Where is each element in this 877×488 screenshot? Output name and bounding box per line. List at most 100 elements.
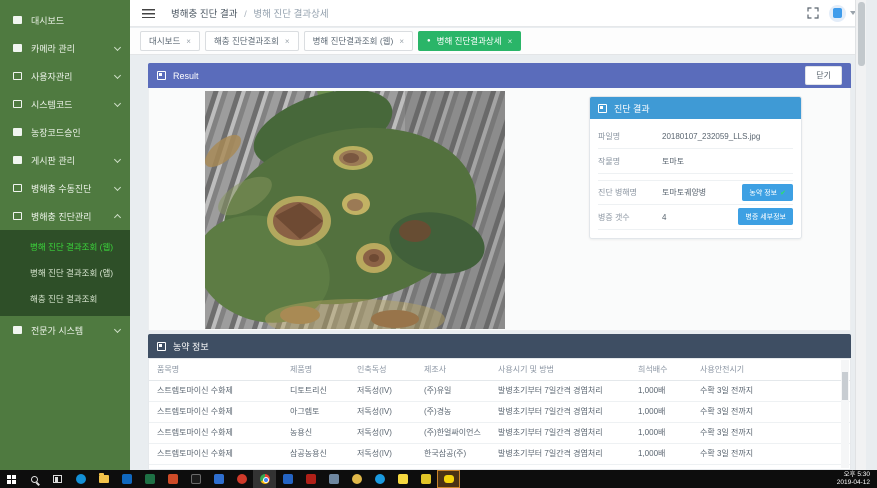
table-row[interactable]: 스트렙토마이신 수화제농용신저독성(IV)(주)한얼싸이언스발병초기부터 7일간…: [149, 422, 850, 443]
tab-dashboard[interactable]: 대시보드 ×: [140, 31, 200, 51]
diagnosis-result-card: 진단 결과 파일명 20180107_232059_LLS.jpg 작물명 토마…: [589, 96, 802, 239]
taskbar-cmd[interactable]: [184, 470, 207, 488]
tab-close-icon[interactable]: ×: [186, 37, 191, 46]
result-panel-title: Result: [173, 71, 199, 81]
remote-desktop-icon: [329, 474, 339, 484]
panel-icon: [157, 71, 166, 80]
sidebar-item-users[interactable]: 사용자관리: [0, 62, 130, 90]
taskbar-search[interactable]: [23, 470, 46, 488]
camera-icon: [13, 44, 22, 52]
diagnosis-row-crop: 작물명 토마토: [598, 149, 793, 174]
table-row[interactable]: 스트렙토마이신 수화제삼공농용신저독성(IV)한국삼공(주)발병초기부터 7일간…: [149, 443, 850, 464]
taskbar-excel[interactable]: [138, 470, 161, 488]
cmd-icon: [191, 474, 201, 484]
tab-close-icon[interactable]: ×: [285, 37, 290, 46]
table-row[interactable]: 스트렙토마이신 수화제디토트리신저독성(IV)(주)유일발병초기부터 7일간격 …: [149, 380, 850, 401]
table-header-row: 품목명 제품명 인축독성 제조사 사용시기 및 방법 희석배수 사용안전시기: [149, 359, 850, 380]
table-scrollbar[interactable]: [841, 360, 849, 468]
app-screen: 대시보드 카메라 관리 사용자관리 시스템코드 농장코드승인 게시판 관리: [0, 0, 877, 488]
col-manufacturer: 제조사: [416, 359, 490, 380]
sidebar-item-dashboard[interactable]: 대시보드: [0, 6, 130, 34]
tab-label: 대시보드: [149, 35, 180, 47]
sticky-notes-icon: [398, 474, 408, 484]
sidebar-item-expert-system[interactable]: 전문가 시스템: [0, 316, 130, 344]
symptom-detail-button[interactable]: 병증 세부정보: [738, 208, 793, 225]
breadcrumb-separator: /: [244, 9, 247, 20]
system-code-icon: [13, 100, 22, 108]
clock-time: 오후 5:30: [837, 471, 870, 479]
powerpoint-icon: [168, 474, 178, 484]
col-usage: 사용시기 및 방법: [490, 359, 630, 380]
taskbar-yellow-app[interactable]: [414, 470, 437, 488]
sidebar-item-camera[interactable]: 카메라 관리: [0, 34, 130, 62]
taskbar-file-explorer[interactable]: [92, 470, 115, 488]
taskbar-edge[interactable]: [69, 470, 92, 488]
tab-label: 해충 진단결과조회: [214, 35, 279, 47]
tab-disease-result-detail[interactable]: ● 병해 진단결과상세 ×: [418, 31, 521, 51]
tab-pest-result[interactable]: 해충 진단결과조회 ×: [205, 31, 299, 51]
taskbar-kakaotalk[interactable]: [437, 470, 460, 488]
tab-close-icon[interactable]: ×: [508, 37, 513, 46]
chevron-down-icon: [114, 99, 121, 106]
pesticide-panel-title: 농약 정보: [173, 340, 209, 353]
page-scrollbar[interactable]: [855, 0, 866, 470]
close-button[interactable]: 닫기: [805, 66, 842, 85]
field-label: 파일명: [598, 131, 662, 142]
clock-date: 2019-04-12: [837, 479, 870, 487]
diagnosis-card-title: 진단 결과: [614, 102, 650, 115]
start-button[interactable]: [0, 470, 23, 488]
taskbar-clock[interactable]: 오후 5:30 2019-04-12: [837, 471, 877, 487]
avatar: [829, 5, 846, 22]
hamburger-menu-icon[interactable]: [142, 9, 155, 18]
sidebar-item-manual-diagnosis[interactable]: 병해충 수동진단: [0, 174, 130, 202]
sidebar-item-board[interactable]: 게시판 관리: [0, 146, 130, 174]
submenu-item-label: 병해 진단 결과조회 (웹): [30, 241, 113, 253]
sidebar-item-label: 카메라 관리: [31, 42, 115, 55]
taskbar-outlook[interactable]: [115, 470, 138, 488]
pesticide-info-button[interactable]: 농약 정보 ✔: [742, 184, 793, 201]
file-explorer-icon: [99, 475, 109, 483]
panel-icon: [598, 104, 607, 113]
submenu-item-disease-result-web[interactable]: 병해 진단 결과조회 (웹): [0, 234, 130, 260]
taskbar-network-app[interactable]: [207, 470, 230, 488]
submenu-item-pest-result[interactable]: 해충 진단 결과조회: [0, 286, 130, 312]
taskbar-red-app[interactable]: [230, 470, 253, 488]
user-menu[interactable]: [829, 5, 856, 22]
task-view-button[interactable]: [46, 470, 69, 488]
col-safe-period: 사용안전시기: [692, 359, 850, 380]
col-toxicity: 인축독성: [349, 359, 416, 380]
taskbar-filezilla[interactable]: [299, 470, 322, 488]
col-product-name: 제품명: [282, 359, 349, 380]
diagnosis-card-header: 진단 결과: [590, 97, 801, 119]
taskbar-ie[interactable]: [368, 470, 391, 488]
windows-logo-icon: [7, 475, 16, 484]
farm-code-icon: [13, 128, 22, 136]
table-row[interactable]: 스트렙토마이신 수화제아그렙토저독성(IV)(주)경농발병초기부터 7일간격 경…: [149, 401, 850, 422]
taskbar-sticky-notes[interactable]: [391, 470, 414, 488]
sidebar-item-diagnosis-manage[interactable]: 병해충 진단관리: [0, 202, 130, 230]
field-label: 작물명: [598, 156, 662, 167]
active-tab-dot: ●: [427, 38, 431, 44]
tab-bar: 대시보드 × 해충 진단결과조회 × 병해 진단결과조회 (웹) × ● 병해 …: [130, 28, 866, 55]
taskbar-putty[interactable]: [345, 470, 368, 488]
taskbar-powerpoint[interactable]: [161, 470, 184, 488]
sidebar-item-farm-code[interactable]: 농장코드승인: [0, 118, 130, 146]
taskbar-remote-desktop[interactable]: [322, 470, 345, 488]
breadcrumb-root: 병해충 진단 결과: [171, 9, 237, 20]
d-app-icon: [283, 474, 293, 484]
submenu-item-disease-result-app[interactable]: 병해 진단 결과조회 (앱): [0, 260, 130, 286]
sidebar-item-system-code[interactable]: 시스템코드: [0, 90, 130, 118]
yellow-app-icon: [421, 474, 431, 484]
chevron-down-icon: [114, 183, 121, 190]
result-panel-body: 4: Bacterial canker 100.0% 3: Bacterial …: [148, 88, 851, 331]
tab-close-icon[interactable]: ×: [399, 37, 404, 46]
sidebar-item-label: 대시보드: [31, 14, 120, 27]
button-label: 병증 세부정보: [745, 212, 786, 222]
sidebar-item-label: 병해충 수동진단: [31, 182, 115, 195]
taskbar-chrome[interactable]: [253, 470, 276, 488]
fullscreen-icon[interactable]: [807, 7, 819, 19]
breadcrumb: 병해충 진단 결과 / 병해 진단 결과상세: [171, 6, 329, 20]
chevron-down-icon: [114, 155, 121, 162]
tab-disease-result-web[interactable]: 병해 진단결과조회 (웹) ×: [304, 31, 413, 51]
taskbar-d-app[interactable]: [276, 470, 299, 488]
